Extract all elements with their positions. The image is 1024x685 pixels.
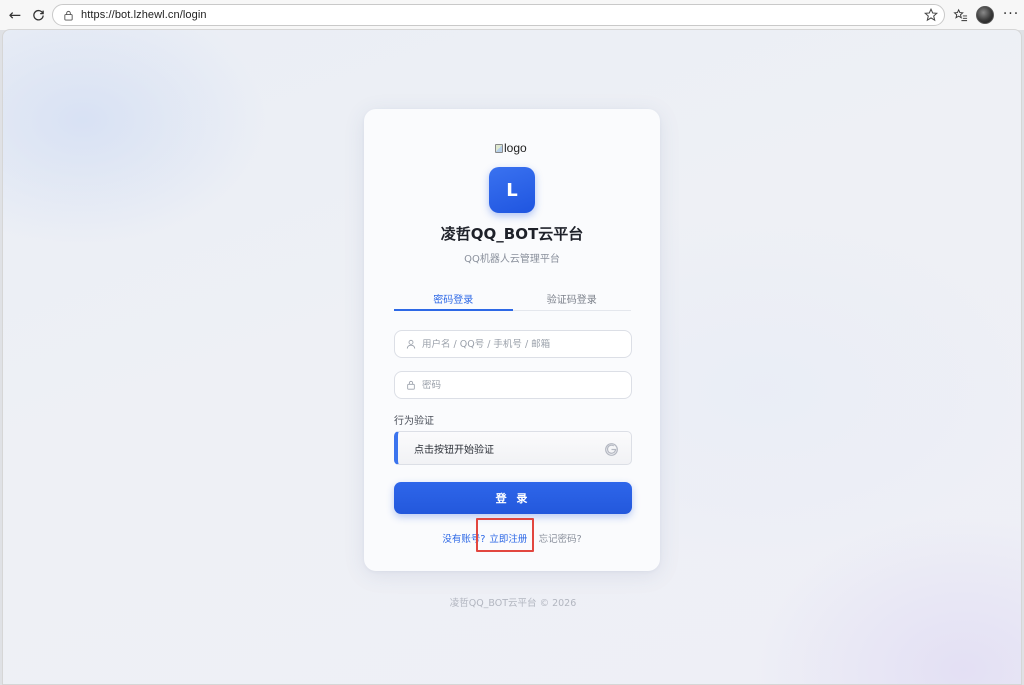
captcha-verify-button[interactable]: 点击按钮开始验证 [394,431,632,465]
lock-icon [61,8,75,22]
captcha-label: 行为验证 [394,416,434,427]
lock-icon [405,379,417,391]
logo-image: logo [495,140,527,156]
browser-toolbar: ← https://bot.lzhewl.cn/login ··· [0,0,1024,30]
page-viewport: logo L 凌哲QQ_BOT云平台 QQ机器人云管理平台 密码登录 验证码登录… [2,29,1022,685]
footer-copyright: 凌哲QQ_BOT云平台 © 2026 [449,598,577,609]
address-bar[interactable]: https://bot.lzhewl.cn/login [52,4,945,26]
back-arrow-icon[interactable]: ← [4,4,26,26]
tab-code-login[interactable]: 验证码登录 [513,285,632,310]
login-card: logo L 凌哲QQ_BOT云平台 QQ机器人云管理平台 密码登录 验证码登录… [364,109,660,571]
captcha-refresh-icon [603,441,619,457]
link-divider: | [531,534,535,545]
bookmark-star-icon[interactable] [922,6,940,24]
password-input[interactable] [422,379,622,391]
brand-letter-icon: L [489,167,535,213]
login-tabs: 密码登录 验证码登录 [394,285,631,311]
login-button[interactable]: 登 录 [394,482,632,514]
password-field[interactable] [394,371,632,399]
forgot-password-link[interactable]: 忘记密码? [539,534,582,545]
username-input[interactable] [422,338,622,350]
register-link[interactable]: 立即注册 [489,534,527,545]
tab-password-login[interactable]: 密码登录 [394,285,513,311]
reload-icon[interactable] [27,4,49,26]
captcha-prompt: 点击按钮开始验证 [414,444,494,456]
no-account-text: 没有账号? [442,534,486,545]
account-links: 没有账号? 立即注册 | 忘记密码? [364,531,660,545]
username-field[interactable] [394,330,632,358]
profile-avatar[interactable] [976,6,994,24]
favorites-icon[interactable] [951,5,969,25]
app-title: 凌哲QQ_BOT云平台 [440,225,584,243]
user-icon [405,338,417,350]
url-text: https://bot.lzhewl.cn/login [81,9,207,21]
broken-image-icon [495,143,503,153]
logo-alt-text: logo [504,141,527,155]
app-subtitle: QQ机器人云管理平台 [464,254,560,265]
more-menu-icon[interactable]: ··· [1001,4,1021,24]
